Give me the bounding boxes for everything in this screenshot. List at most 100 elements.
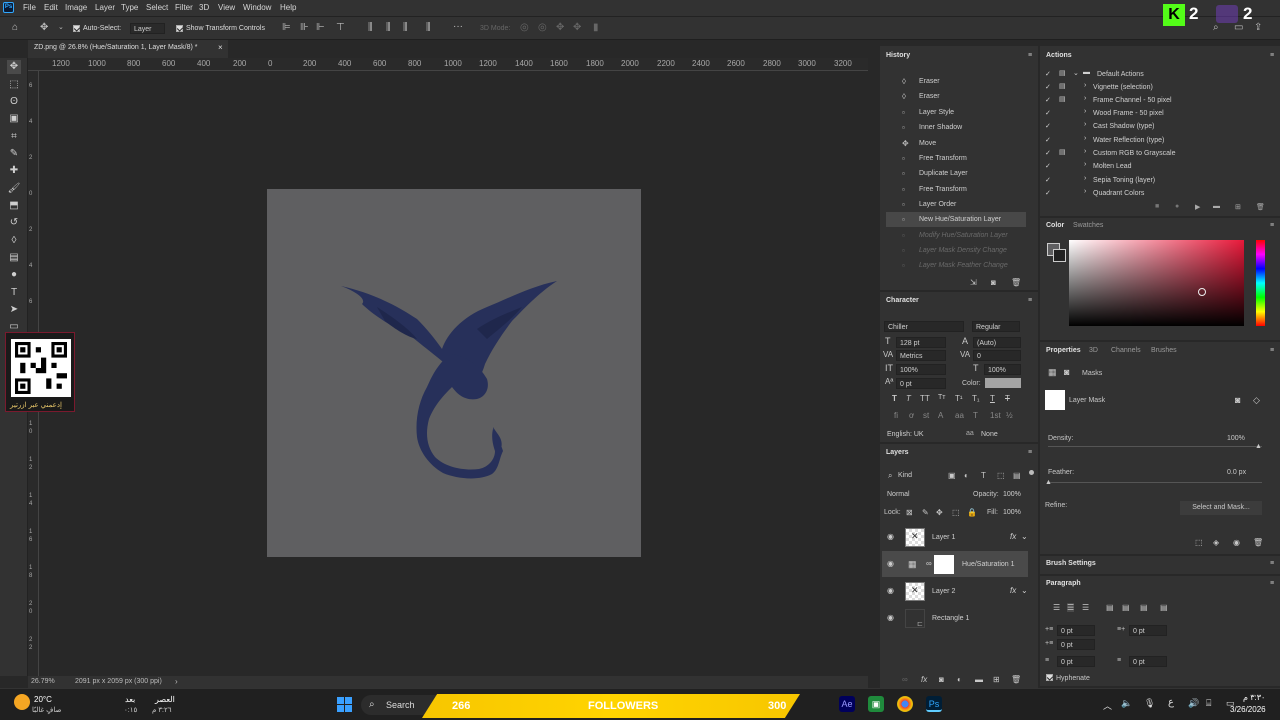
dialog-toggle-icon[interactable]: ▤ bbox=[1059, 82, 1066, 90]
tab-color[interactable]: Color bbox=[1046, 222, 1064, 229]
chevron-right-icon[interactable]: › bbox=[175, 677, 178, 686]
small-caps-icon[interactable]: Tт bbox=[938, 394, 945, 401]
align-left-icon[interactable]: ⊫ bbox=[282, 23, 291, 33]
hyphenate-checkbox[interactable] bbox=[1046, 674, 1053, 681]
density-value[interactable]: 100% bbox=[1227, 435, 1245, 442]
first-line-field[interactable]: 0 pt bbox=[1057, 639, 1095, 650]
volume-icon[interactable]: 🔊 bbox=[1188, 698, 1199, 709]
trash-icon[interactable]: 🗑 bbox=[1011, 675, 1021, 684]
share-icon[interactable]: ⇪ bbox=[1254, 23, 1262, 33]
path-select-icon[interactable]: ➤ bbox=[7, 303, 21, 317]
action-row[interactable]: ✓ › Cast Shadow (type) bbox=[1042, 121, 1270, 134]
move-tool-icon[interactable]: ✥ bbox=[40, 23, 48, 33]
action-row[interactable]: ✓ ▤ › Vignette (selection) bbox=[1042, 82, 1270, 95]
brush-tool-icon[interactable]: 🖌 bbox=[7, 182, 21, 196]
select-and-mask-button[interactable]: Select and Mask... bbox=[1180, 501, 1262, 515]
prayer-label[interactable]: العصر bbox=[155, 695, 175, 704]
close-icon[interactable]: × bbox=[218, 43, 223, 52]
font-family-dropdown[interactable]: Chiller bbox=[884, 321, 964, 332]
eraser-tool-icon[interactable]: ◊ bbox=[7, 234, 21, 248]
history-item-selected[interactable]: ▫ New Hue/Saturation Layer bbox=[886, 212, 1026, 227]
eye-icon[interactable]: ◉ bbox=[887, 560, 897, 568]
menu-filter[interactable]: Filter bbox=[175, 3, 193, 12]
chevron-right-icon[interactable]: › bbox=[1084, 175, 1086, 182]
menu-file[interactable]: File bbox=[23, 3, 36, 12]
marquee-tool-icon[interactable]: ⬚ bbox=[7, 78, 21, 92]
history-item[interactable]: ▫ Inner Shadow bbox=[886, 120, 1026, 135]
home-icon[interactable]: ⌂ bbox=[12, 23, 18, 33]
font-size-field[interactable]: 128 pt bbox=[896, 337, 946, 348]
fx-icon[interactable]: fx bbox=[1010, 586, 1016, 595]
apply-mask-icon[interactable]: ◈ bbox=[1213, 538, 1219, 547]
alternates-icon[interactable]: A bbox=[938, 411, 943, 420]
distribute-icon[interactable]: ⫼ bbox=[368, 23, 373, 33]
trash-icon[interactable]: 🗑 bbox=[1256, 203, 1265, 211]
history-item[interactable]: ▫ Free Transform bbox=[886, 182, 1026, 197]
history-item[interactable]: ▫ Layer Style bbox=[886, 105, 1026, 120]
lock-artboard-icon[interactable]: ⬚ bbox=[952, 508, 960, 517]
weather-icon[interactable] bbox=[14, 694, 30, 710]
lock-transparent-icon[interactable]: ⊠ bbox=[906, 508, 913, 517]
filter-pixel-icon[interactable]: ▣ bbox=[948, 471, 956, 480]
filter-shape-icon[interactable]: ⬚ bbox=[997, 471, 1005, 480]
filter-adjustment-icon[interactable]: ◐ bbox=[964, 471, 969, 480]
justify-all-icon[interactable]: ▤ bbox=[1160, 603, 1168, 612]
indent-left-field[interactable]: 0 pt bbox=[1057, 625, 1095, 636]
check-icon[interactable]: ✓ bbox=[1045, 149, 1051, 157]
panel-menu-icon[interactable]: ≡ bbox=[1270, 580, 1274, 587]
panel-menu-icon[interactable]: ≡ bbox=[1270, 347, 1274, 354]
swash-icon[interactable]: st bbox=[923, 411, 929, 420]
history-item[interactable]: ◊ Eraser bbox=[886, 74, 1026, 89]
dialog-toggle-icon[interactable]: ▤ bbox=[1059, 148, 1066, 156]
dialog-toggle-icon[interactable]: ▤ bbox=[1059, 95, 1066, 103]
history-item[interactable]: ▫ Free Transform bbox=[886, 151, 1026, 166]
superscript-icon[interactable]: T¹ bbox=[955, 394, 963, 403]
distribute-right-icon[interactable]: ⫼ bbox=[403, 23, 408, 33]
layer-name[interactable]: Layer 2 bbox=[932, 588, 955, 595]
weather-desc[interactable]: صافٍ غالبًا bbox=[32, 706, 61, 714]
layer-row-selected[interactable]: ◉ ▦ ∞ Hue/Saturation 1 bbox=[882, 551, 1028, 577]
panel-menu-icon[interactable]: ≡ bbox=[1028, 297, 1032, 304]
link-icon[interactable]: ∞ bbox=[926, 559, 932, 568]
green-app-icon[interactable]: ▣ bbox=[868, 696, 884, 712]
faux-bold-icon[interactable]: T bbox=[892, 394, 897, 403]
history-item[interactable]: ▫ Duplicate Layer bbox=[886, 166, 1026, 181]
vertical-scale-field[interactable]: 100% bbox=[896, 364, 946, 375]
lock-pixels-icon[interactable]: ✎ bbox=[922, 508, 929, 517]
layer-row[interactable]: ◉ ✕ Layer 1 fx ⌄ bbox=[882, 524, 1028, 550]
feather-slider[interactable] bbox=[1048, 482, 1262, 483]
dodge-tool-icon[interactable]: ● bbox=[7, 268, 21, 282]
tab-channels[interactable]: Channels bbox=[1111, 347, 1141, 354]
ligature-icon[interactable]: fi bbox=[894, 411, 898, 420]
align-left-icon[interactable]: ☰ bbox=[1053, 603, 1060, 612]
crop-tool-icon[interactable]: ⌗ bbox=[7, 130, 21, 144]
underline-icon[interactable]: T bbox=[990, 394, 995, 403]
check-icon[interactable]: ✓ bbox=[1045, 136, 1051, 144]
panel-menu-icon[interactable]: ≡ bbox=[1270, 222, 1274, 229]
eyedropper-tool-icon[interactable]: ✎ bbox=[7, 147, 21, 161]
chrome-icon[interactable] bbox=[897, 696, 913, 712]
eye-icon[interactable]: ◉ bbox=[887, 587, 897, 595]
healing-tool-icon[interactable]: ✚ bbox=[7, 164, 21, 178]
titling-icon[interactable]: aa bbox=[955, 411, 964, 420]
action-row[interactable]: ✓ ▤ › Custom RGB to Grayscale bbox=[1042, 148, 1270, 161]
check-icon[interactable]: ✓ bbox=[1045, 83, 1051, 91]
weather-temp[interactable]: 20°C bbox=[34, 695, 52, 704]
space-before-field[interactable]: 0 pt bbox=[1057, 656, 1095, 667]
background-swatch[interactable] bbox=[1053, 249, 1066, 262]
tracking-field[interactable]: 0 bbox=[973, 350, 1021, 361]
windows-start-icon[interactable] bbox=[337, 697, 353, 713]
justify-right-icon[interactable]: ▤ bbox=[1140, 603, 1148, 612]
align-right-icon[interactable]: ☰ bbox=[1082, 603, 1089, 612]
speaker-icon[interactable]: 🔈 bbox=[1121, 698, 1132, 709]
kind-filter-dropdown[interactable]: Kind bbox=[895, 470, 940, 481]
fx-icon[interactable]: fx bbox=[1010, 532, 1016, 541]
chevron-right-icon[interactable]: › bbox=[1084, 95, 1086, 102]
hue-slider[interactable] bbox=[1256, 240, 1265, 326]
check-icon[interactable]: ✓ bbox=[1045, 109, 1051, 117]
eye-icon[interactable]: ◉ bbox=[887, 533, 897, 541]
camera-icon[interactable]: ◙ bbox=[991, 278, 996, 287]
panel-menu-icon[interactable]: ≡ bbox=[1028, 449, 1032, 456]
trash-icon[interactable]: 🗑 bbox=[1011, 278, 1021, 287]
folder-icon[interactable]: ▬ bbox=[1213, 203, 1220, 210]
